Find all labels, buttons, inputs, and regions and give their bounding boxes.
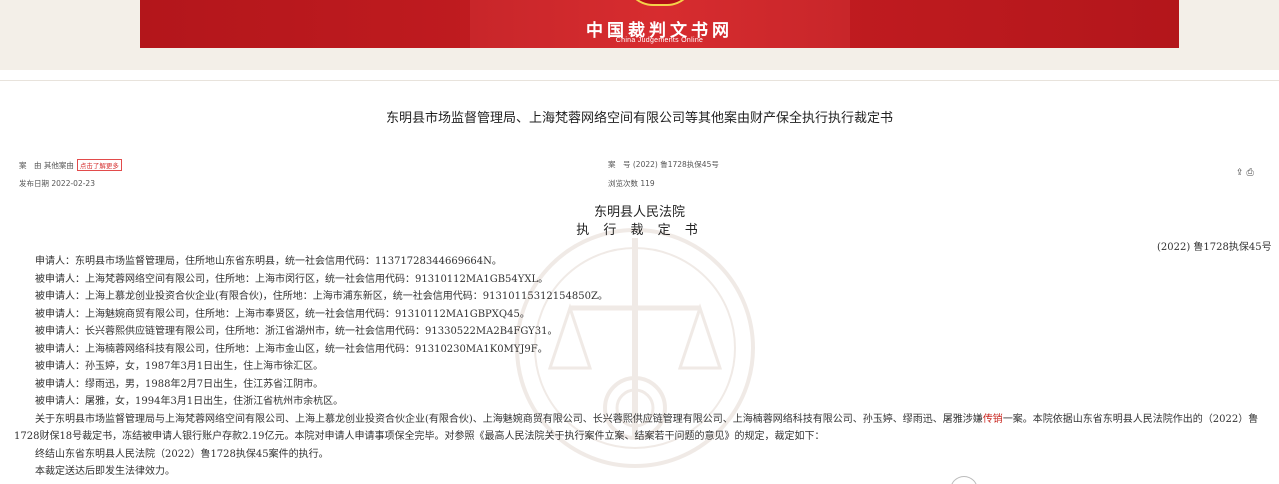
case-paragraph: 关于东明县市场监督管理局与上海梵蓉网络空间有限公司、上海上慕龙创业投资合伙企业(… bbox=[0, 411, 1279, 446]
document-tools: ⇪ ⎙ bbox=[1236, 168, 1257, 178]
meta-cause-label: 案 由 其他案由 bbox=[19, 161, 74, 170]
party-line: 被申请人：上海楠蓉网络科技有限公司，住所地：上海市金山区，统一社会信用代码：91… bbox=[35, 343, 548, 355]
meta-cause: 案 由 其他案由 点击了解更多 bbox=[19, 159, 122, 171]
meta-case-number: 案 号 (2022) 鲁1728执保45号 bbox=[608, 160, 719, 169]
effect-line: 本裁定送达后即发生法律效力。 bbox=[35, 466, 175, 477]
case-number: (2022) 鲁1728执保45号 bbox=[1157, 242, 1272, 253]
party-line: 申请人：东明县市场监督管理局，住所地山东省东明县，统一社会信用代码：113717… bbox=[35, 256, 502, 267]
party-line: 被申请人：孙玉婷，女，1987年3月1日出生，住上海市徐汇区。 bbox=[35, 361, 324, 372]
court-name: 东明县人民法院 bbox=[593, 205, 685, 220]
share-icon[interactable]: ⇪ bbox=[1236, 168, 1244, 178]
site-header: 中国裁判文书网 China Judgements Online bbox=[0, 0, 1279, 70]
party-line: 被申请人：上海魅婉商贸有限公司，住所地：上海市奉贤区，统一社会信用代码：9131… bbox=[35, 308, 530, 320]
party-line: 被申请人：长兴蓉熙供应链管理有限公司，住所地：浙江省湖州市，统一社会信用代码：9… bbox=[35, 326, 558, 337]
party-line: 被申请人：屠雅，女，1994年3月1日出生，住浙江省杭州市余杭区。 bbox=[35, 396, 344, 407]
meta-views: 浏览次数 119 bbox=[608, 179, 655, 188]
meta-publish-date: 发布日期 2022-02-23 bbox=[19, 179, 95, 188]
site-banner[interactable]: 中国裁判文书网 China Judgements Online bbox=[140, 0, 1179, 48]
header-divider bbox=[0, 80, 1279, 81]
cause-more-link[interactable]: 点击了解更多 bbox=[76, 159, 122, 171]
ruling-type: 执 行 裁 定 书 bbox=[576, 223, 703, 238]
site-subtitle: China Judgements Online bbox=[615, 37, 704, 44]
document-title: 东明县市场监督管理局、上海梵蓉网络空间有限公司等其他案由财产保全执行执行裁定书 bbox=[385, 111, 893, 126]
party-line: 被申请人：上海梵蓉网络空间有限公司，住所地：上海市闵行区，统一社会信用代码：91… bbox=[35, 273, 549, 285]
highlight-keyword[interactable]: 传销 bbox=[983, 414, 1003, 425]
document-body: 申请人：东明县市场监督管理局，住所地山东省东明县，统一社会信用代码：113717… bbox=[0, 253, 1279, 481]
case-paragraph-before: 关于东明县市场监督管理局与上海梵蓉网络空间有限公司、上海上慕龙创业投资合伙企业(… bbox=[35, 413, 983, 425]
decision-line: 终结山东省东明县人民法院（2022）鲁1728执保45案件的执行。 bbox=[35, 448, 329, 460]
print-icon[interactable]: ⎙ bbox=[1247, 168, 1254, 178]
party-line: 被申请人：缪雨迅，男，1988年2月7日出生，住江苏省江阴市。 bbox=[35, 378, 324, 390]
party-line: 被申请人：上海上慕龙创业投资合伙企业(有限合伙)，住所地：上海市浦东新区，统一社… bbox=[35, 291, 608, 302]
